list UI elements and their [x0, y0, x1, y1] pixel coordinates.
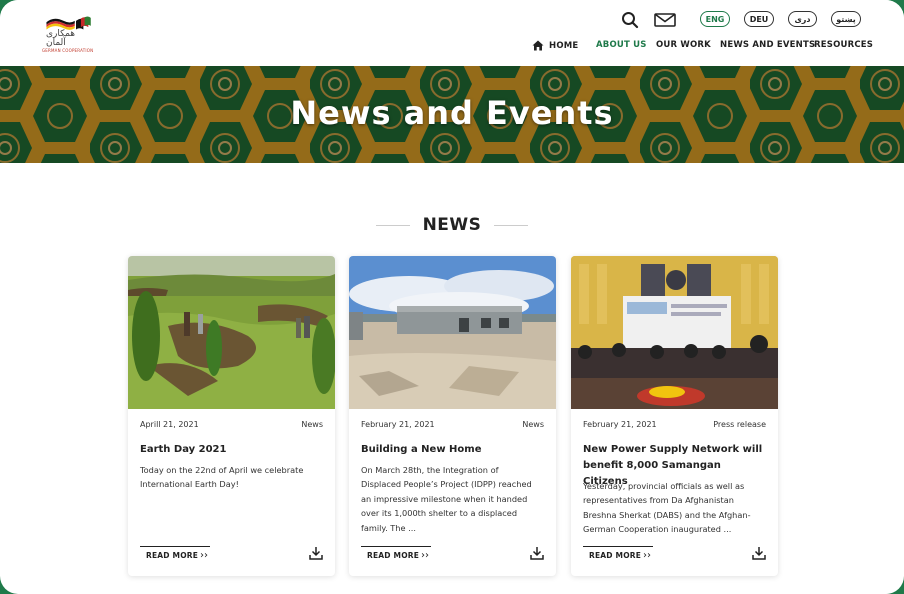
card-category: Press release: [713, 420, 766, 429]
news-section-heading: NEWS: [0, 215, 904, 237]
nav-home[interactable]: HOME: [532, 40, 578, 51]
nav-news-and-events[interactable]: NEWS AND EVENTS: [720, 40, 815, 50]
download-icon[interactable]: [309, 546, 323, 560]
news-card[interactable]: Aprill 21, 2021 News Earth Day 2021 Toda…: [128, 256, 335, 576]
lang-pashto-button[interactable]: پښتو: [831, 11, 861, 27]
lang-deu-button[interactable]: DEU: [744, 11, 774, 27]
nav-about-us[interactable]: ABOUT US: [596, 40, 647, 50]
card-image-power-supply[interactable]: [571, 256, 778, 409]
hero-banner: News and Events: [0, 66, 904, 163]
nav-our-work[interactable]: OUR WORK: [656, 40, 711, 50]
card-excerpt: Today on the 22nd of April we celebrate …: [140, 465, 304, 490]
card-meta: February 21, 2021 Press release: [583, 420, 766, 432]
chevron-double-right-icon[interactable]: ››: [421, 550, 429, 561]
section-title: NEWS: [422, 215, 482, 235]
download-icon[interactable]: [530, 546, 544, 560]
card-category: News: [301, 420, 323, 429]
card-excerpt: Yesterday, provincial officials as well …: [583, 481, 751, 535]
card-meta: Aprill 21, 2021 News: [140, 420, 323, 432]
german-cooperation-logo[interactable]: همکاری آلمان GERMAN COOPERATION: [40, 14, 114, 54]
chevron-double-right-icon[interactable]: ››: [643, 550, 651, 561]
search-icon[interactable]: [619, 10, 641, 30]
mail-icon[interactable]: [654, 10, 676, 30]
card-title[interactable]: Earth Day 2021: [140, 442, 323, 458]
card-title[interactable]: Building a New Home: [361, 442, 544, 458]
card-meta: February 21, 2021 News: [361, 420, 544, 432]
nav-home-label: HOME: [549, 40, 579, 51]
heading-divider-right: [494, 225, 528, 226]
banner-title: News and Events: [290, 94, 614, 132]
card-date: Aprill 21, 2021: [140, 420, 199, 429]
card-date: February 21, 2021: [583, 420, 657, 429]
card-excerpt: On March 28th, the Integration of Displa…: [361, 465, 532, 533]
logo-text: همکاری آلمان: [46, 29, 76, 48]
nav-resources[interactable]: RESOURCES: [814, 40, 873, 50]
news-card[interactable]: February 21, 2021 Press release New Powe…: [571, 256, 778, 576]
card-category: News: [522, 420, 544, 429]
news-card[interactable]: February 21, 2021 News Building a New Ho…: [349, 256, 556, 576]
logo-subtitle: GERMAN COOPERATION: [42, 48, 94, 53]
page-frame: همکاری آلمان GERMAN COOPERATION ENG DEU …: [0, 0, 904, 594]
download-icon[interactable]: [752, 546, 766, 560]
card-date: February 21, 2021: [361, 420, 435, 429]
lang-dari-button[interactable]: دری: [788, 11, 817, 27]
card-image-new-home[interactable]: [349, 256, 556, 409]
card-image-earth-day[interactable]: [128, 256, 335, 409]
home-icon: [532, 40, 544, 51]
chevron-double-right-icon[interactable]: ››: [200, 550, 208, 561]
site-header: همکاری آلمان GERMAN COOPERATION ENG DEU …: [0, 0, 904, 66]
lang-eng-button[interactable]: ENG: [700, 11, 730, 27]
